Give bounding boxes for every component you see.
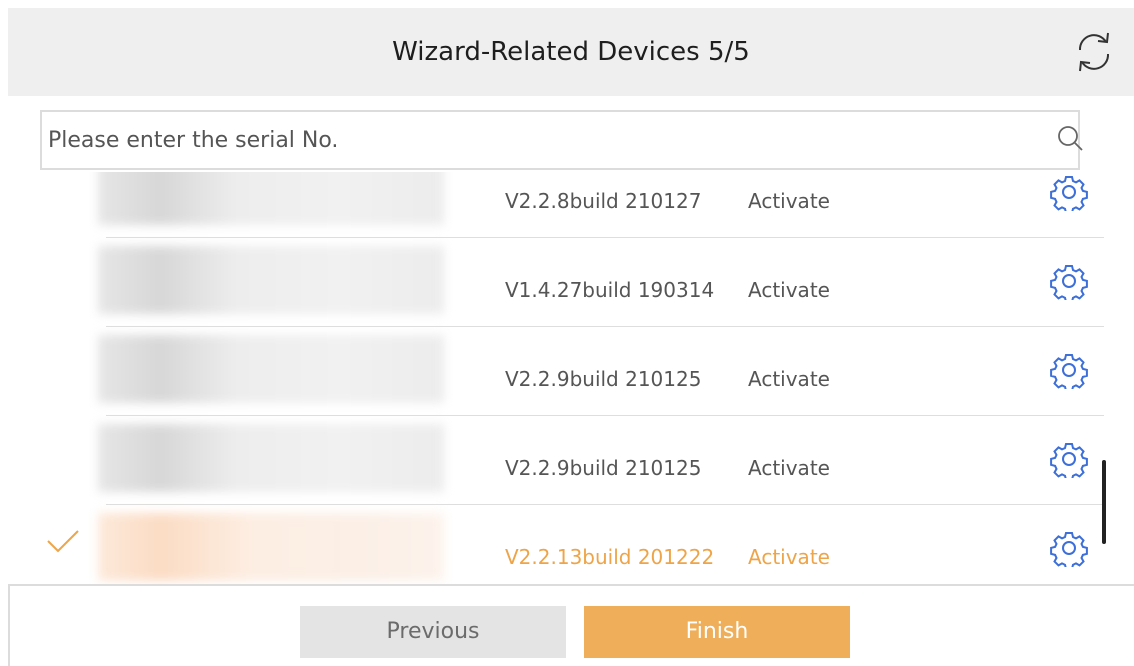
footer-bar: Previous Finish <box>8 584 1134 666</box>
search-input[interactable] <box>48 112 1028 168</box>
device-name-redacted <box>98 424 444 492</box>
gear-icon[interactable] <box>1050 173 1088 211</box>
gear-icon[interactable] <box>1050 440 1088 478</box>
device-version: V2.2.13build 201222 <box>505 545 715 569</box>
device-row-selected[interactable]: V2.2.13build 201222 Activate <box>0 505 1134 584</box>
device-status: Activate <box>748 545 830 569</box>
device-list: V2.2.8build 210127 Activate V1.4.27build… <box>0 172 1134 584</box>
finish-button[interactable]: Finish <box>584 606 850 658</box>
wizard-screen: Wizard-Related Devices 5/5 V2.2.8build 2… <box>0 0 1134 666</box>
device-version: V1.4.27build 190314 <box>505 278 715 302</box>
device-row[interactable]: V2.2.9build 210125 Activate <box>0 416 1134 505</box>
search-icon[interactable] <box>1056 124 1086 154</box>
device-status: Activate <box>748 189 830 213</box>
device-name-redacted <box>98 335 444 403</box>
gear-icon[interactable] <box>1050 529 1088 567</box>
device-name-redacted <box>98 513 444 581</box>
gear-icon[interactable] <box>1050 351 1088 389</box>
device-status: Activate <box>748 278 830 302</box>
refresh-icon[interactable] <box>1070 28 1118 76</box>
device-version: V2.2.8build 210127 <box>505 189 702 213</box>
device-row[interactable]: V1.4.27build 190314 Activate <box>0 238 1134 327</box>
gear-icon[interactable] <box>1050 262 1088 300</box>
page-title: Wizard-Related Devices 5/5 <box>392 37 750 67</box>
device-version: V2.2.9build 210125 <box>505 456 702 480</box>
device-name-redacted <box>98 172 444 225</box>
list-scrollbar[interactable] <box>1102 460 1106 544</box>
device-row[interactable]: V2.2.8build 210127 Activate <box>0 172 1134 238</box>
checkmark-icon <box>47 530 79 553</box>
device-name-redacted <box>98 246 444 314</box>
device-status: Activate <box>748 456 830 480</box>
header-bar: Wizard-Related Devices 5/5 <box>8 8 1134 96</box>
device-row[interactable]: V2.2.9build 210125 Activate <box>0 327 1134 416</box>
device-version: V2.2.9build 210125 <box>505 367 702 391</box>
previous-button[interactable]: Previous <box>300 606 566 658</box>
device-status: Activate <box>748 367 830 391</box>
search-box <box>40 110 1083 170</box>
